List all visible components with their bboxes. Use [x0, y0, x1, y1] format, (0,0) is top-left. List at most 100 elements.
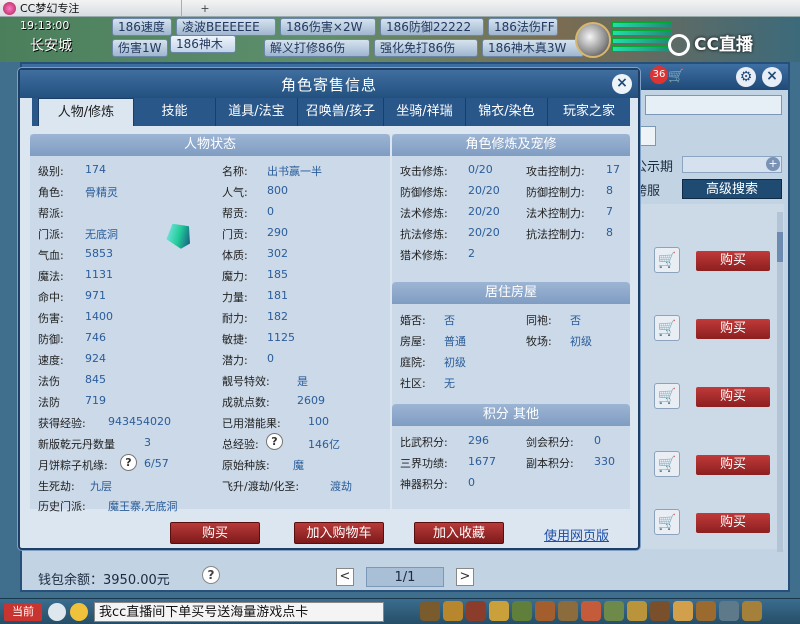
stat-label: 庭院:	[400, 356, 426, 369]
tab-mounts[interactable]: 坐骑/祥瑞	[384, 98, 466, 126]
channel-current-button[interactable]: 当前	[4, 603, 42, 621]
stat-value: 971	[85, 289, 106, 302]
next-page-button[interactable]: >	[456, 568, 474, 586]
tab-outfits[interactable]: 锦衣/染色	[466, 98, 548, 126]
player-stat-bars	[612, 22, 672, 54]
stat-label: 比武积分:	[400, 436, 448, 449]
tab-skills[interactable]: 技能	[134, 98, 216, 126]
skill-icon[interactable]	[535, 601, 555, 621]
buy-button[interactable]: 购买	[696, 455, 770, 475]
ad-item: 强化免打86伤	[374, 39, 478, 57]
web-version-link[interactable]: 使用网页版	[544, 525, 609, 544]
buy-button[interactable]: 购买	[696, 251, 770, 271]
stat-row: 月饼粽子机缘:? 6/57 原始种族: 魔	[30, 454, 390, 477]
app-tab[interactable]	[2, 0, 182, 17]
app-logo-icon	[3, 2, 16, 15]
buy-button[interactable]: 购买	[696, 387, 770, 407]
skill-icon[interactable]	[581, 601, 601, 621]
stat-label: 生死劫:	[38, 480, 75, 493]
cart-icon[interactable]: 🛒	[654, 247, 680, 273]
stat-row: 房屋: 普通 牧场: 初级	[392, 333, 630, 353]
skill-icon[interactable]	[650, 601, 670, 621]
stat-label: 房屋:	[400, 335, 426, 348]
stat-label: 月饼粽子机缘:	[38, 459, 108, 472]
stat-label: 法术修炼:	[400, 207, 448, 220]
help-icon[interactable]: ?	[202, 566, 220, 584]
skill-icon[interactable]	[604, 601, 624, 621]
skill-icon[interactable]	[719, 601, 739, 621]
add-favorite-button[interactable]: 加入收藏	[414, 522, 504, 544]
bottom-toolbar: 当前 我cc直播间下单买号送海量游戏点卡	[0, 598, 800, 624]
help-icon[interactable]: ?	[266, 433, 283, 450]
stat-label: 飞升/渡劫/化圣:	[222, 480, 300, 493]
stat-value: 1131	[85, 268, 113, 281]
stat-label: 法防	[38, 396, 60, 409]
stat-row: 婚否: 否 同袍: 否	[392, 312, 630, 332]
buy-button[interactable]: 购买	[170, 522, 260, 544]
stat-row: 防御: 746 敏捷: 1125	[30, 331, 390, 351]
advanced-search-button[interactable]: 高级搜索	[682, 179, 782, 199]
cart-icon[interactable]: 🛒	[654, 315, 680, 341]
skill-icon[interactable]	[489, 601, 509, 621]
gear-icon[interactable]: ⚙	[736, 67, 756, 87]
add-to-cart-button[interactable]: 加入购物车	[294, 522, 384, 544]
ad-item: 186法伤FF	[488, 18, 558, 36]
player-avatar[interactable]	[575, 22, 611, 58]
stat-value: 0	[267, 352, 274, 365]
market-search-input[interactable]	[645, 95, 782, 115]
stat-label: 攻击修炼:	[400, 165, 448, 178]
stat-row: 速度: 924 潜力: 0	[30, 352, 390, 372]
skill-icon[interactable]	[512, 601, 532, 621]
buy-button[interactable]: 购买	[696, 319, 770, 339]
prev-page-button[interactable]: <	[336, 568, 354, 586]
skill-icon[interactable]	[420, 601, 440, 621]
stat-value: 146亿	[308, 438, 340, 451]
plus-icon[interactable]: +	[766, 157, 780, 171]
stat-row: 历史门派: 魔王寨,无底洞	[30, 498, 390, 518]
buy-button[interactable]: 购买	[696, 513, 770, 533]
cart-icon[interactable]: 🛒	[654, 383, 680, 409]
stat-row: 比武积分: 296 剑会积分: 0	[392, 434, 630, 454]
market-scrollbar[interactable]	[777, 212, 783, 552]
microphone-icon[interactable]	[48, 603, 66, 621]
stat-value: 0	[594, 434, 601, 447]
close-icon[interactable]: ×	[612, 74, 632, 94]
stat-value: 6/57	[144, 457, 169, 470]
stat-value: 3	[144, 436, 151, 449]
skill-icon[interactable]	[558, 601, 578, 621]
skill-icon[interactable]	[696, 601, 716, 621]
stat-label: 帮派:	[38, 207, 64, 220]
tab-character[interactable]: 人物/修炼	[38, 98, 134, 126]
tab-items[interactable]: 道具/法宝	[216, 98, 298, 126]
cart-icon[interactable]: 🛒	[668, 69, 688, 85]
ad-item: 186神木	[170, 35, 236, 53]
stat-row: 法伤 845 靓号特效: 是	[30, 373, 390, 393]
stat-value: 174	[85, 163, 106, 176]
stat-label: 防御:	[38, 333, 64, 346]
stat-value: 20/20	[468, 205, 500, 218]
skill-icon[interactable]	[627, 601, 647, 621]
stat-label: 剑会积分:	[526, 436, 574, 449]
cart-icon[interactable]: 🛒	[654, 451, 680, 477]
skill-icon[interactable]	[742, 601, 762, 621]
stat-label: 原始种族:	[222, 459, 270, 472]
stat-label: 三界功绩:	[400, 457, 448, 470]
help-icon[interactable]: ?	[120, 454, 137, 471]
stat-label: 新版乾元丹数量	[38, 438, 115, 451]
close-icon[interactable]: ×	[762, 67, 782, 87]
tab-home[interactable]: 玩家之家	[548, 98, 630, 126]
skill-icon[interactable]	[443, 601, 463, 621]
stat-row: 命中: 971 力量: 181	[30, 289, 390, 309]
cart-icon[interactable]: 🛒	[654, 509, 680, 535]
tab-pets[interactable]: 召唤兽/孩子	[298, 98, 384, 126]
page-indicator: 1/1	[366, 567, 444, 587]
skill-icon[interactable]	[673, 601, 693, 621]
stat-label: 靓号特效:	[222, 375, 270, 388]
new-tab-button[interactable]: +	[196, 0, 214, 17]
stat-value: 181	[267, 289, 288, 302]
character-status-panel: 人物状态 级别: 174 名称: 出书赢一半 角色: 骨精灵 人气: 800 帮派: 帮贡: 0…	[30, 134, 390, 513]
skill-icon[interactable]	[466, 601, 486, 621]
stat-value: 20/20	[468, 184, 500, 197]
emoji-icon[interactable]	[70, 603, 88, 621]
chat-input[interactable]: 我cc直播间下单买号送海量游戏点卡	[94, 602, 384, 622]
